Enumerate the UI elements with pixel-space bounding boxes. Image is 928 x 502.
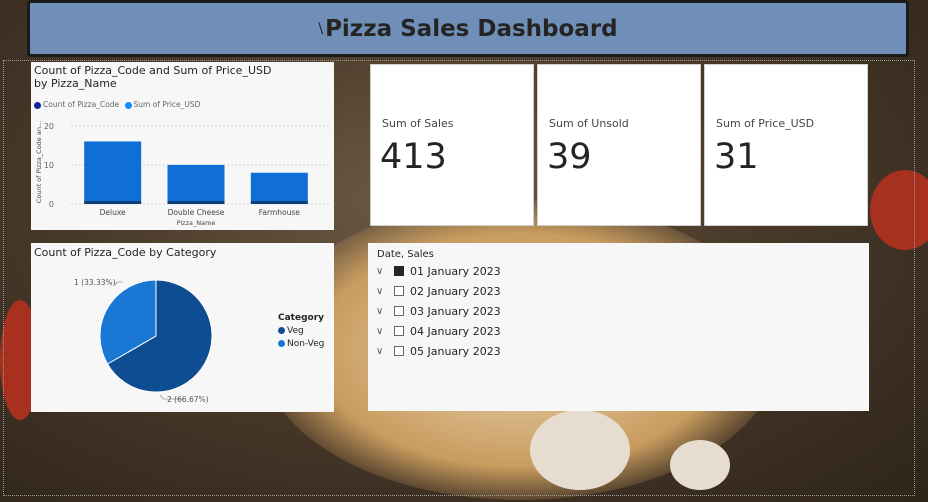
slicer-item-label: 04 January 2023 (410, 324, 501, 338)
slicer-checkbox[interactable] (394, 306, 404, 316)
legend-dot (278, 327, 285, 334)
kpi-card-sales[interactable]: Sum of Sales 413 (370, 64, 534, 226)
chevron-down-icon[interactable]: ∨ (376, 346, 388, 357)
legend-label: Non-Veg (287, 339, 325, 349)
leader-line (114, 281, 123, 286)
slicer-checkbox[interactable] (394, 286, 404, 296)
slicer-checkbox[interactable] (394, 346, 404, 356)
pie-data-label: 1 (33.33%) (74, 278, 116, 287)
bar-price (84, 141, 142, 201)
kpi-label: Sum of Sales (382, 117, 454, 130)
slicer-item-label: 01 January 2023 (410, 264, 501, 278)
legend-dot (278, 340, 285, 347)
slicer-item-label: 05 January 2023 (410, 344, 501, 358)
chevron-down-icon[interactable]: ∨ (376, 306, 388, 317)
kpi-card-unsold[interactable]: Sum of Unsold 39 (537, 64, 701, 226)
slicer-title: Date, Sales (377, 249, 434, 260)
y-tick-label: 0 (49, 200, 54, 209)
x-tick-label: Deluxe (100, 208, 126, 217)
bar-count (167, 201, 225, 204)
date-slicer-card[interactable]: Date, Sales ∨ 01 January 2023 ∨ 02 January … (368, 243, 869, 411)
background-garlic (530, 410, 630, 490)
chevron-down-icon[interactable]: ∨ (376, 286, 388, 297)
bar-price (167, 164, 225, 201)
bar-count (84, 201, 142, 204)
kpi-value: 413 (380, 137, 447, 177)
title-mark: \ (318, 20, 324, 37)
background-tomato (870, 170, 928, 250)
dashboard-title-bar: \ Pizza Sales Dashboard (27, 0, 909, 57)
pie-legend-item: Veg (278, 326, 324, 336)
y-tick-label: 10 (44, 161, 54, 170)
chevron-down-icon[interactable]: ∨ (376, 326, 388, 337)
slicer-checkbox[interactable] (394, 326, 404, 336)
slicer-item[interactable]: ∨ 05 January 2023 (376, 343, 501, 359)
y-axis-label: Count of Pizza_Code an... (35, 121, 43, 203)
pie-legend-title: Category (278, 313, 325, 323)
slicer-checkbox[interactable] (394, 266, 404, 276)
bar-chart-card[interactable]: Count of Pizza_Code and Sum of Price_USD… (31, 62, 334, 230)
kpi-label: Sum of Unsold (549, 117, 629, 130)
chevron-down-icon[interactable]: ∨ (376, 266, 388, 277)
slicer-item[interactable]: ∨ 02 January 2023 (376, 283, 501, 299)
slicer-item-label: 02 January 2023 (410, 284, 501, 298)
y-tick-label: 20 (44, 122, 54, 131)
bar-price (250, 172, 308, 201)
kpi-card-price[interactable]: Sum of Price_USD 31 (704, 64, 868, 226)
slicer-item-label: 03 January 2023 (410, 304, 501, 318)
slicer-item[interactable]: ∨ 04 January 2023 (376, 323, 501, 339)
pie-chart-card[interactable]: Count of Pizza_Code by Category 2 (66.67… (31, 243, 334, 412)
pie-data-label: 2 (66.67%) (167, 395, 209, 404)
x-tick-label: Farmhouse (259, 208, 300, 217)
page-title: Pizza Sales Dashboard (325, 15, 618, 42)
x-axis-label: Pizza_Name (177, 219, 216, 227)
background-garlic (670, 440, 730, 490)
x-tick-label: Double Cheese (168, 208, 225, 217)
bar-count (250, 201, 308, 204)
bar-chart: 20 10 0 Count of Pizza_Code an... Deluxe Doub… (35, 121, 331, 227)
slicer-item[interactable]: ∨ 01 January 2023 (376, 263, 501, 279)
pie-legend: Category Veg Non-Veg (278, 313, 324, 349)
kpi-label: Sum of Price_USD (716, 117, 815, 130)
slicer-item[interactable]: ∨ 03 January 2023 (376, 303, 501, 319)
kpi-value: 31 (714, 137, 759, 177)
kpi-value: 39 (547, 137, 592, 177)
pie-legend-item: Non-Veg (278, 339, 324, 349)
legend-label: Veg (287, 326, 304, 336)
